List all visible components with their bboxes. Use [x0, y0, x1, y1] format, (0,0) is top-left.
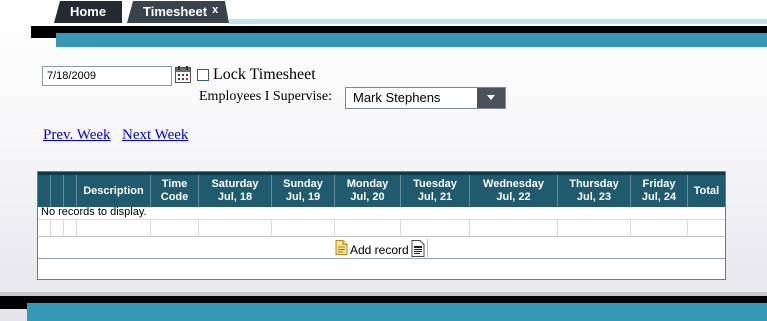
column-header-wednesday[interactable]: Wednesday Jul, 22	[470, 175, 558, 207]
column-header-friday[interactable]: Friday Jul, 24	[631, 175, 688, 207]
column-header-tuesday[interactable]: Tuesday Jul, 21	[401, 175, 470, 207]
footer-teal-bar	[27, 303, 767, 321]
prev-week-link[interactable]: Prev. Week	[43, 127, 111, 144]
grid-header: Description Time Code Saturday Jul, 18 Sun…	[38, 172, 725, 207]
timesheet-grid: Description Time Code Saturday Jul, 18 Sun…	[37, 171, 726, 280]
column-header-sunday[interactable]: Sunday Jul, 19	[272, 175, 335, 207]
tab-home-label: Home	[69, 4, 107, 19]
header-teal-bar	[56, 33, 767, 47]
employee-select[interactable]: Mark Stephens	[345, 87, 506, 109]
column-header-expand[interactable]	[38, 175, 51, 207]
tab-home[interactable]: Home	[54, 1, 122, 23]
calendar-icon[interactable]	[175, 66, 191, 83]
column-header-thursday[interactable]: Thursday Jul, 23	[558, 175, 631, 207]
empty-cell	[199, 220, 272, 236]
empty-cell	[558, 220, 631, 236]
column-header-saturday[interactable]: Saturday Jul, 18	[199, 175, 272, 207]
supervise-label: Employees I Supervise:	[199, 89, 332, 104]
empty-cell	[38, 220, 51, 236]
tab-timesheet-label: Timesheet	[143, 4, 208, 19]
add-record-label: Add record	[350, 243, 409, 257]
header-highlight-bar	[229, 19, 767, 24]
column-header-monday[interactable]: Monday Jul, 20	[335, 175, 401, 207]
empty-cell	[51, 220, 64, 236]
command-row: Add record	[38, 237, 725, 259]
empty-cell	[272, 220, 335, 236]
empty-cell	[151, 220, 199, 236]
empty-cell	[335, 220, 401, 236]
export-icon[interactable]	[410, 240, 426, 257]
chevron-down-icon[interactable]	[477, 88, 505, 108]
column-header-time-code[interactable]: Time Code	[151, 175, 199, 207]
lock-timesheet-label: Lock Timesheet	[213, 66, 316, 83]
tab-timesheet[interactable]: Timesheet x	[127, 1, 229, 23]
no-records-message: No records to display.	[38, 204, 725, 220]
next-week-link[interactable]: Next Week	[122, 127, 188, 144]
tab-close-icon[interactable]: x	[212, 4, 218, 16]
lock-timesheet-checkbox[interactable]	[197, 69, 209, 81]
empty-cell	[688, 220, 725, 236]
empty-cell	[64, 220, 77, 236]
date-input[interactable]	[42, 66, 172, 86]
column-header-edit[interactable]	[51, 175, 64, 207]
command-separator	[427, 239, 428, 257]
empty-cell	[470, 220, 558, 236]
column-header-description[interactable]: Description	[77, 175, 151, 207]
empty-row	[38, 220, 725, 236]
empty-cell	[401, 220, 470, 236]
column-header-delete[interactable]	[64, 175, 77, 207]
empty-cell	[77, 220, 151, 236]
add-record-icon	[335, 240, 348, 258]
empty-cell	[631, 220, 688, 236]
column-header-total[interactable]: Total	[688, 175, 725, 207]
employee-select-value: Mark Stephens	[353, 90, 441, 105]
